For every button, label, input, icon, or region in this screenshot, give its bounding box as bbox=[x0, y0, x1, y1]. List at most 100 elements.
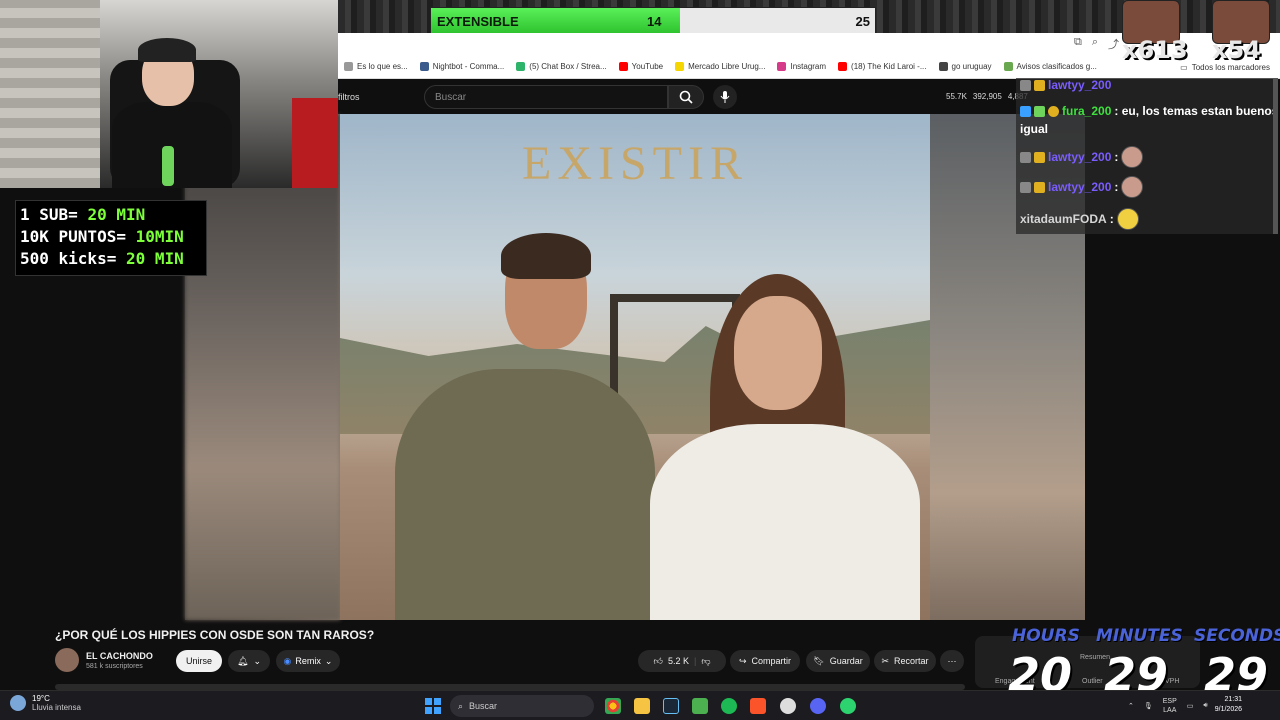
bookmark-item[interactable]: Mercado Libre Urug... bbox=[669, 62, 771, 71]
chat-message-continued: igual bbox=[1020, 122, 1048, 136]
channel-subscribers: 581 k suscriptores bbox=[86, 663, 143, 670]
install-icon[interactable]: ⧉ bbox=[1074, 36, 1082, 52]
minecraft-icon[interactable] bbox=[692, 698, 708, 714]
spotify-icon[interactable] bbox=[721, 698, 737, 714]
bookmark-label: Es lo que es... bbox=[357, 62, 408, 71]
goal-current: 14 bbox=[647, 14, 662, 29]
search-button[interactable] bbox=[668, 85, 704, 109]
bookmark-item[interactable]: Nightbot - Comma... bbox=[414, 62, 511, 71]
notification-button[interactable]: 🔔︎ ⌄ bbox=[228, 650, 270, 672]
thumbs-down-icon[interactable]: 👎︎ bbox=[701, 656, 710, 667]
clock-time: 21:31 bbox=[1224, 696, 1242, 703]
chevron-up-icon[interactable]: ⌃ bbox=[1128, 702, 1134, 710]
emote-icon bbox=[1121, 146, 1144, 168]
remix-button[interactable]: ◉ Remix ⌄ bbox=[276, 650, 340, 672]
share-button[interactable]: ↪ Compartir bbox=[730, 650, 800, 672]
language[interactable]: ESP bbox=[1163, 698, 1177, 705]
bookmark-favicon-icon bbox=[618, 62, 628, 71]
app-green-icon[interactable] bbox=[840, 698, 856, 714]
rule-sub-value: 20 MIN bbox=[87, 205, 146, 224]
bookmark-favicon-icon bbox=[938, 62, 948, 71]
app-icon[interactable] bbox=[780, 698, 796, 714]
screen: EXTENSIBLE 14 25 ⧉ ⌕ ⤴ Es lo que es... Ni… bbox=[0, 0, 1280, 720]
bookmark-label: Nightbot - Comma... bbox=[432, 62, 505, 71]
folder-icon[interactable] bbox=[634, 698, 650, 714]
bookmark-favicon-icon bbox=[838, 62, 848, 71]
subathon-rules: 1 SUB= 20 MIN 10K PUNTOS= 10MIN 500 kick… bbox=[15, 200, 207, 276]
bookmark-favicon-icon bbox=[1003, 62, 1013, 71]
discord-icon[interactable] bbox=[810, 698, 826, 714]
goal-max: 25 bbox=[855, 14, 870, 29]
clock[interactable]: 21:31 9/1/2026 bbox=[1215, 695, 1242, 715]
goal-bar: EXTENSIBLE 14 25 bbox=[430, 7, 876, 34]
bookmark-item[interactable]: YouTube bbox=[613, 62, 669, 71]
taskbar: 19°C Lluvia intensa ⌕ Buscar ⌃ 🎙︎ ESP LA… bbox=[0, 690, 1280, 720]
like-button[interactable]: 👍︎ 5.2 K | 👎︎ bbox=[638, 650, 726, 672]
chevron-down-icon: ⌄ bbox=[324, 655, 333, 666]
search-input[interactable]: Buscar bbox=[424, 85, 668, 109]
channel-avatar[interactable] bbox=[55, 648, 79, 672]
bookmark-item[interactable]: Instagram bbox=[771, 62, 832, 71]
volume-icon[interactable]: 🔊︎ bbox=[1203, 702, 1207, 710]
bookmark-item[interactable]: go uruguay bbox=[933, 62, 998, 71]
video-blur-left bbox=[185, 114, 340, 620]
language-layout[interactable]: LAA bbox=[1163, 707, 1176, 714]
chat-message: xitadaumFODA : bbox=[1020, 208, 1139, 230]
voice-search-button[interactable] bbox=[713, 85, 737, 109]
bookmark-label: go uruguay bbox=[951, 62, 992, 71]
weather-desc: Lluvia intensa bbox=[32, 703, 81, 712]
share-label: Compartir bbox=[751, 656, 792, 666]
chat-overlay: lawtyy_200 fura_200 : eu, los temas esta… bbox=[1016, 78, 1278, 234]
like-count: 5.2 K bbox=[667, 656, 689, 666]
join-button[interactable]: Unirse bbox=[176, 650, 222, 672]
streamer-webcam bbox=[0, 0, 338, 188]
zoom-icon[interactable]: ⌕ bbox=[1092, 36, 1098, 52]
network-icon[interactable]: ▭ bbox=[1187, 702, 1194, 710]
tab-outlier[interactable]: Outlier bbox=[1082, 678, 1103, 685]
clock-date: 9/1/2026 bbox=[1214, 706, 1242, 713]
chevron-down-icon: ⌄ bbox=[253, 655, 261, 666]
chat-message: lawtyy_200 : bbox=[1020, 146, 1144, 168]
chrome-icon[interactable] bbox=[605, 698, 621, 714]
bookmark-item[interactable]: Es lo que es... bbox=[338, 62, 414, 71]
weather-widget[interactable]: 19°C Lluvia intensa bbox=[10, 694, 81, 712]
goal-label: EXTENSIBLE bbox=[437, 14, 519, 29]
chat-text: : bbox=[1114, 180, 1119, 194]
share-page-icon[interactable]: ⤴ bbox=[1108, 36, 1119, 52]
bookmark-item[interactable]: (18) The Kid Laroi -... bbox=[832, 62, 932, 71]
more-icon: ⋯ bbox=[947, 655, 957, 666]
chat-username: lawtyy_200 bbox=[1048, 180, 1112, 194]
emote-icon bbox=[1116, 208, 1139, 230]
more-actions-button[interactable]: ⋯ bbox=[940, 650, 964, 672]
bookmark-item[interactable]: Avisos clasificados g... bbox=[998, 62, 1103, 71]
chat-username: xitadaumFODA bbox=[1020, 212, 1107, 226]
channel-name[interactable]: EL CACHONDO bbox=[86, 651, 153, 661]
clip-button[interactable]: ✂ Recortar bbox=[874, 650, 936, 672]
bookmark-item[interactable]: (5) Chat Box / Strea... bbox=[510, 62, 612, 71]
chat-message: lawtyy_200 bbox=[1020, 78, 1111, 92]
steam-icon[interactable] bbox=[663, 698, 679, 714]
chat-username: lawtyy_200 bbox=[1048, 150, 1112, 164]
bookmark-favicon-icon bbox=[344, 62, 353, 71]
bookmark-label: Mercado Libre Urug... bbox=[688, 62, 766, 71]
bookmark-icon: 🔖︎ bbox=[813, 655, 825, 666]
brave-icon[interactable] bbox=[750, 698, 766, 714]
rule-sub-text: 1 SUB= bbox=[20, 205, 88, 224]
chat-scrollbar[interactable] bbox=[1273, 78, 1278, 234]
thumbs-up-icon: 👍︎ bbox=[653, 655, 663, 666]
bookmark-favicon-icon bbox=[516, 62, 526, 71]
mic-icon[interactable]: 🎙︎ bbox=[1144, 702, 1153, 710]
bookmark-label: (18) The Kid Laroi -... bbox=[851, 62, 927, 71]
address-bar-icons: ⧉ ⌕ ⤴ bbox=[1074, 36, 1119, 52]
timer-hours-label: HOURS bbox=[1012, 626, 1080, 646]
rule-kicks-text: 500 kicks= bbox=[20, 249, 126, 268]
streamer bbox=[112, 38, 232, 188]
filters-label[interactable]: filtros bbox=[338, 92, 360, 102]
save-button[interactable]: 🔖︎ Guardar bbox=[806, 650, 870, 672]
remix-label: Remix bbox=[295, 656, 321, 666]
video-person-man bbox=[395, 233, 655, 620]
video-frame: EXISTIR bbox=[340, 114, 930, 620]
taskbar-search[interactable]: ⌕ Buscar bbox=[450, 695, 594, 717]
video-player[interactable]: EXISTIR bbox=[185, 114, 1085, 620]
windows-start-button[interactable] bbox=[425, 698, 441, 714]
